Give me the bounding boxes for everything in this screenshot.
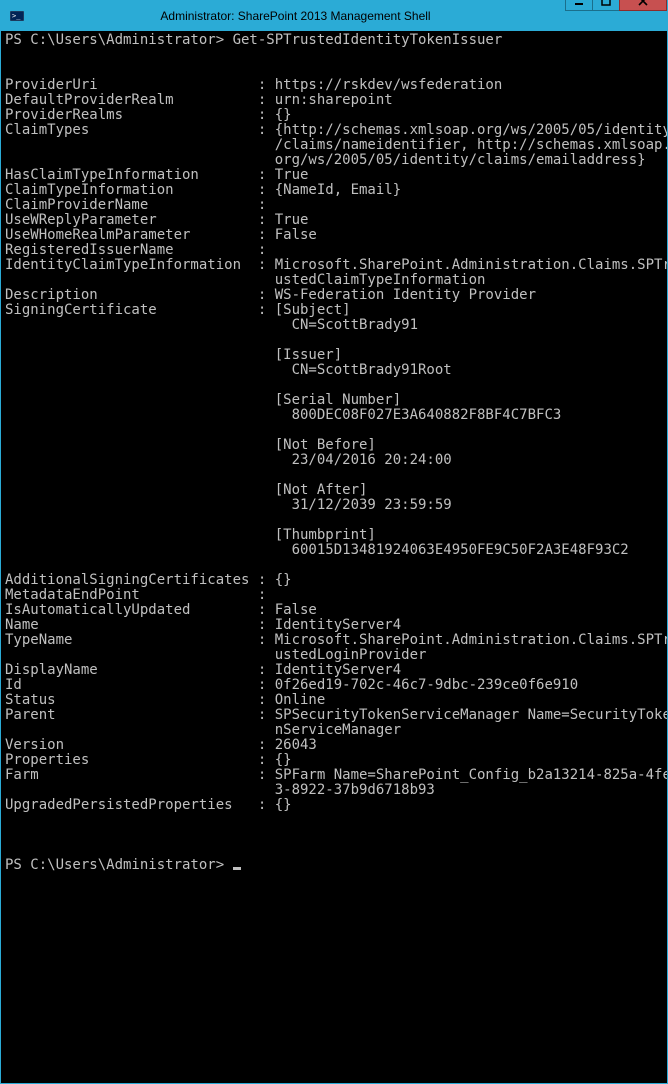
console-output[interactable]: PS C:\Users\Administrator> Get-SPTrusted… — [1, 31, 667, 1083]
svg-text:>_: >_ — [12, 12, 21, 20]
window-buttons — [566, 0, 667, 11]
titlebar[interactable]: >_ Administrator: SharePoint 2013 Manage… — [1, 1, 667, 31]
cursor — [233, 867, 241, 870]
close-button[interactable] — [619, 0, 667, 11]
app-window: >_ Administrator: SharePoint 2013 Manage… — [0, 0, 668, 1084]
minimize-button[interactable] — [565, 0, 593, 11]
window-title: Administrator: SharePoint 2013 Managemen… — [25, 1, 566, 31]
app-icon: >_ — [9, 8, 25, 24]
maximize-button[interactable] — [592, 0, 620, 11]
